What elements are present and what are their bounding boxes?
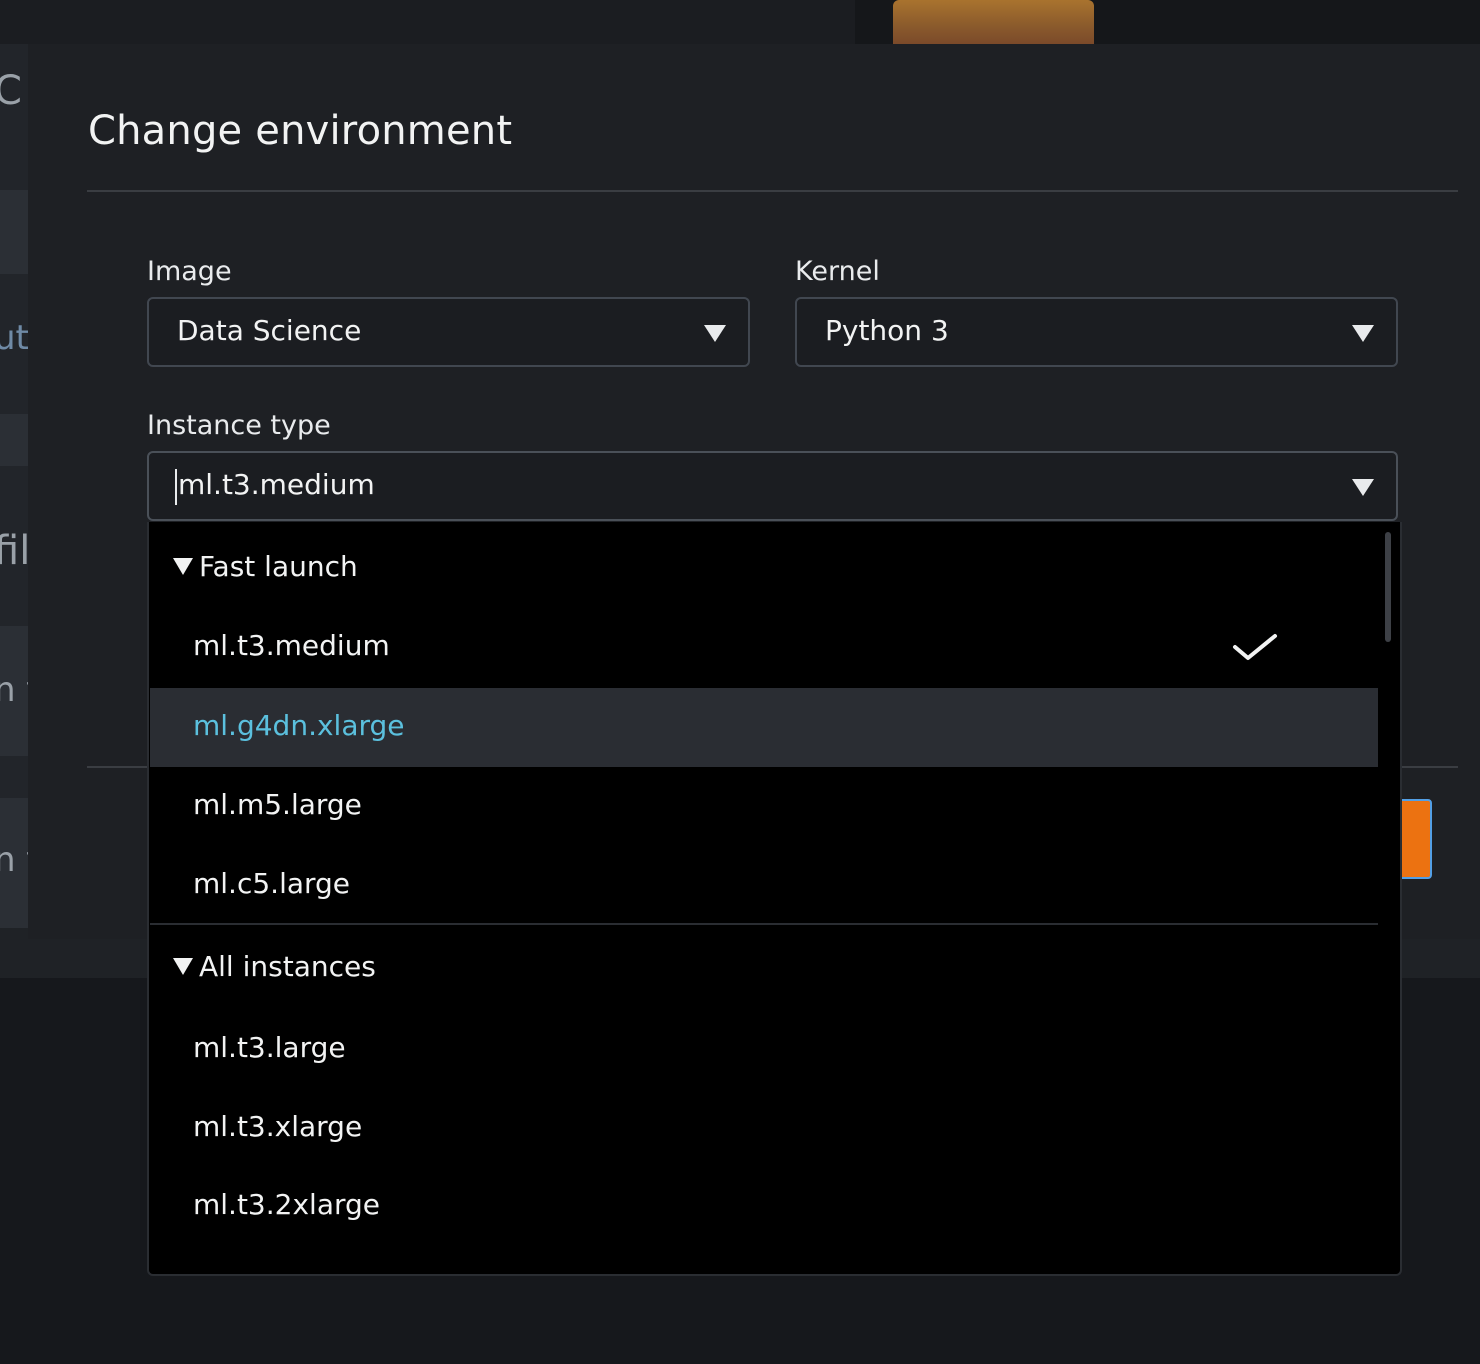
header-divider: [87, 190, 1458, 192]
instance-type-combobox[interactable]: ml.t3.medium: [147, 451, 1398, 521]
option-label: ml.c5.large: [193, 867, 351, 900]
instance-type-label: Instance type: [147, 410, 331, 441]
group-header-all-instances[interactable]: All instances: [173, 950, 376, 983]
image-select[interactable]: Data Science: [147, 297, 750, 367]
background-text-fragment: n f: [0, 670, 28, 710]
option-ml-t3-medium[interactable]: ml.t3.medium: [150, 608, 1378, 687]
image-select-value: Data Science: [177, 314, 362, 347]
group-header-fast-launch[interactable]: Fast launch: [173, 550, 358, 583]
option-ml-t3-large[interactable]: ml.t3.large: [150, 1010, 1378, 1089]
kernel-select[interactable]: Python 3: [795, 297, 1398, 367]
kernel-label: Kernel: [795, 256, 880, 287]
option-label: ml.t3.medium: [193, 629, 390, 662]
background-text-fragment: n f: [0, 840, 28, 880]
caret-down-icon[interactable]: [1352, 479, 1374, 496]
background-text-fragment: fil: [0, 528, 28, 574]
background-strip: [0, 414, 28, 466]
background-text-fragment: ut: [0, 318, 28, 358]
group-label: All instances: [199, 950, 376, 983]
scrollbar-thumb[interactable]: [1385, 532, 1391, 642]
check-icon: [1233, 634, 1277, 660]
instance-type-dropdown: Fast launch ml.t3.medium ml.g4dn.xlarge …: [147, 522, 1402, 1276]
option-ml-c5-large[interactable]: ml.c5.large: [150, 846, 1378, 925]
instance-type-value: ml.t3.medium: [178, 468, 375, 501]
option-label: ml.t3.xlarge: [193, 1110, 363, 1143]
text-cursor: [175, 469, 177, 505]
caret-down-icon: [704, 325, 726, 342]
background-left-panel: [0, 44, 28, 928]
group-divider: [150, 923, 1378, 925]
triangle-down-icon: [173, 557, 193, 575]
kernel-select-value: Python 3: [825, 314, 949, 347]
modal-title: Change environment: [88, 108, 513, 154]
group-label: Fast launch: [199, 550, 358, 583]
option-label: ml.t3.large: [193, 1031, 346, 1064]
image-label: Image: [147, 256, 232, 287]
option-ml-m5-large[interactable]: ml.m5.large: [150, 767, 1378, 846]
triangle-down-icon: [173, 957, 193, 975]
option-ml-t3-2xlarge[interactable]: ml.t3.2xlarge: [150, 1167, 1378, 1246]
caret-down-icon: [1352, 325, 1374, 342]
option-label: ml.g4dn.xlarge: [193, 709, 405, 742]
option-ml-g4dn-xlarge[interactable]: ml.g4dn.xlarge: [150, 688, 1378, 767]
background-thumbnail: [893, 0, 1094, 44]
option-label: ml.m5.large: [193, 788, 362, 821]
option-label: ml.t3.2xlarge: [193, 1188, 380, 1221]
background-strip: [0, 190, 28, 274]
background-text-fragment: C: [0, 68, 22, 114]
option-ml-t3-xlarge[interactable]: ml.t3.xlarge: [150, 1089, 1378, 1168]
